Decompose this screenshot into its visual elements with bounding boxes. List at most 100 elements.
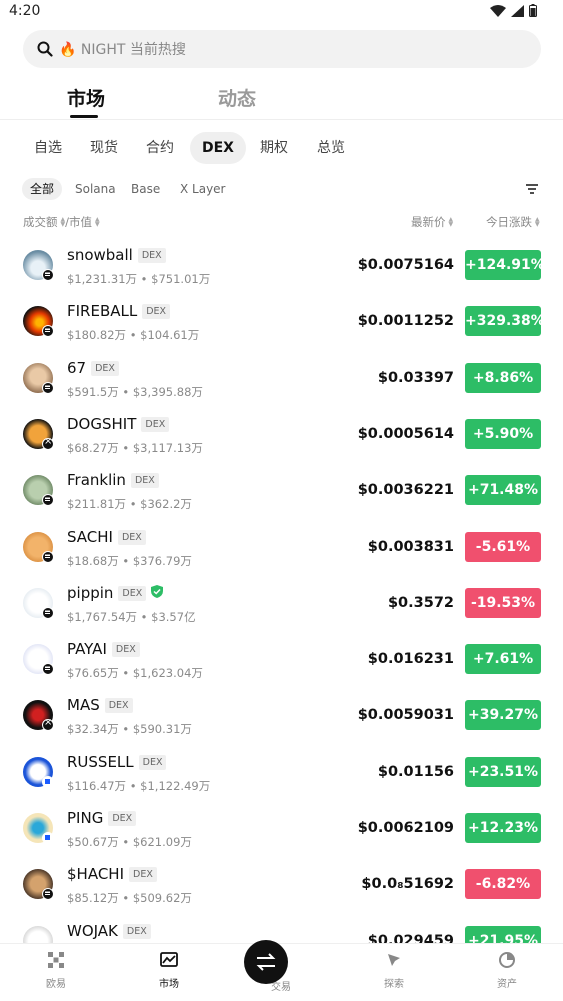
tab-watchlist[interactable]: 自选 (34, 132, 62, 164)
nav-explore[interactable]: 探索 (364, 952, 424, 990)
token-row[interactable]: FIREBALL DEX $180.82万 • $104.61万 $0.0011252… (0, 296, 563, 352)
tab-feed[interactable]: 动态 (218, 84, 256, 111)
dex-badge: DEX (108, 811, 137, 826)
bullet-separator: • (126, 497, 141, 512)
token-name: MAS (67, 696, 100, 715)
token-price: $0.0062109 (357, 820, 454, 836)
chain-tab-base[interactable]: Base (131, 178, 160, 200)
token-price: $0.0₈51692 (361, 876, 454, 893)
change-badge[interactable]: -19.53% (465, 587, 541, 618)
chain-badge-icon (42, 494, 54, 507)
main-tabs: 市场 动态 (0, 84, 563, 120)
token-price: $0.0005614 (357, 425, 454, 442)
nav-assets[interactable]: 资产 (477, 952, 537, 990)
token-row[interactable]: MASDEX $32.34万 • $590.31万 $0.0059031 +39.27… (0, 690, 563, 746)
token-row[interactable]: snowball DEX $1,231.31万 • $751.01万 $0.00751… (0, 240, 563, 296)
token-mcap: $1,623.04万 (132, 666, 203, 681)
change-badge[interactable]: +329.38% (465, 306, 545, 337)
change-badge[interactable]: +12.23% (465, 813, 541, 843)
token-mcap: $751.01万 (151, 272, 211, 286)
change-badge[interactable]: +8.86% (465, 362, 541, 393)
bullet-separator: • (118, 666, 133, 681)
tab-options[interactable]: 期权 (260, 132, 288, 164)
token-price: $0.003831 (367, 538, 454, 555)
token-volume: $211.81万 (67, 497, 127, 512)
token-row[interactable]: DOGSHITDEX $68.27万 • $3,117.13万 $0.0005614… (0, 409, 563, 465)
filter-icon[interactable] (525, 183, 539, 195)
col-header-volume-mcap[interactable]: 成交额 ▲ ▼ / 市值 ▲ ▼ (23, 214, 100, 230)
sort-icon: ▲ ▼ (448, 216, 454, 228)
token-row[interactable]: SACHI DEX $18.68万 • $376.79万 $0.003831 -5.61… (0, 522, 563, 578)
nav-market[interactable]: 市场 (139, 952, 199, 990)
token-volume: $50.67万 (67, 835, 119, 849)
status-icons (490, 4, 537, 17)
change-badge[interactable]: +23.51% (465, 756, 541, 787)
dex-badge: DEX (137, 248, 166, 263)
token-volume-mcap: $18.68万 • $376.79万 (67, 553, 192, 569)
token-mcap: $509.62万 (132, 891, 192, 906)
col-header-price[interactable]: 最新价 ▲ ▼ (411, 214, 453, 230)
nav-home[interactable]: 欧易 (26, 952, 86, 990)
change-badge[interactable]: +7.61% (465, 644, 541, 675)
bullet-separator: • (126, 778, 141, 793)
token-price: $0.0011252 (357, 313, 454, 330)
change-badge[interactable]: +5.90% (465, 418, 541, 449)
bullet-separator: • (118, 835, 133, 849)
change-badge[interactable]: -6.82% (465, 869, 541, 900)
token-volume: $116.47万 (67, 778, 127, 793)
token-price: $0.03397 (377, 369, 454, 386)
change-badge[interactable]: +71.48% (465, 475, 541, 506)
dex-badge: DEX (118, 585, 147, 601)
token-volume: $68.27万 (67, 440, 119, 455)
bullet-separator: • (126, 328, 141, 343)
token-row[interactable]: 67 DEX $591.5万 • $3,395.88万 $0.03397 +8.86% (0, 353, 563, 409)
col-change-label: 今日涨跌 (486, 215, 532, 229)
token-volume-mcap: $1,767.54万 • $3.57亿 (67, 609, 196, 625)
token-row[interactable]: PING DEX $50.67万 • $621.09万 $0.0062109 +12.2… (0, 803, 563, 859)
tab-market[interactable]: 市场 (67, 84, 105, 111)
change-badge[interactable]: +124.91% (465, 250, 545, 280)
chain-badge-icon (42, 550, 54, 563)
dex-badge: DEX (91, 360, 119, 376)
chain-badge-icon (42, 717, 54, 732)
chain-tab-all[interactable]: 全部 (22, 178, 63, 200)
token-mcap: $3,117.13万 (132, 440, 203, 455)
nav-trade[interactable]: 交易 (244, 940, 311, 993)
token-row[interactable]: $HACHI DEX $85.12万 • $509.62万 $0.0₈51692 -6.… (0, 859, 563, 915)
bullet-separator: • (118, 440, 133, 455)
col-header-change[interactable]: 今日涨跌 ▲ ▼ (486, 214, 540, 230)
token-row[interactable]: PAYAI DEX $76.65万 • $1,623.04万 $0.016231 +7.… (0, 634, 563, 690)
token-mcap: $104.61万 (140, 328, 200, 343)
token-name: WOJAK (67, 921, 118, 940)
tab-overview[interactable]: 总览 (317, 132, 345, 164)
tab-futures[interactable]: 合约 (146, 132, 174, 164)
chain-tab-xlayer[interactable]: X Layer (180, 178, 226, 200)
verified-shield-icon (151, 584, 164, 598)
search-input[interactable]: 🔥 NIGHT 当前热搜 (23, 30, 541, 68)
bullet-separator: • (118, 722, 133, 737)
search-icon (37, 41, 53, 57)
token-name: $HACHI (67, 865, 124, 884)
token-name: PAYAI (67, 640, 107, 659)
token-row[interactable]: RUSSELL DEX $116.47万 • $1,122.49万 $0.01156 +… (0, 747, 563, 803)
chain-badge-icon (42, 269, 54, 281)
status-bar: 4:20 (0, 0, 563, 24)
token-price: $0.3572 (387, 594, 454, 611)
nav-explore-label: 探索 (384, 979, 404, 990)
change-badge[interactable]: -5.61% (465, 531, 541, 562)
chain-badge-icon (42, 663, 54, 676)
token-row[interactable]: pippin DEX $1,767.54万 • $3.57亿 $0.3572 -19.5… (0, 578, 563, 634)
token-volume-mcap: $85.12万 • $509.62万 (67, 890, 192, 906)
bullet-separator: • (118, 891, 133, 906)
tab-dex[interactable]: DEX (190, 132, 246, 164)
dex-badge: DEX (130, 473, 159, 489)
change-badge[interactable]: +39.27% (465, 700, 541, 731)
token-name: pippin (67, 583, 114, 602)
tab-spot[interactable]: 现货 (90, 132, 118, 164)
token-name: PING (67, 809, 104, 827)
trade-button[interactable] (244, 940, 288, 984)
chain-tab-solana[interactable]: Solana (75, 178, 116, 200)
token-row[interactable]: Franklin DEX $211.81万 • $362.2万 $0.0036221 +… (0, 465, 563, 521)
token-price: $0.0059031 (357, 707, 454, 724)
bottom-nav: 欧易 市场 交易 探索 资产 (0, 940, 563, 1001)
